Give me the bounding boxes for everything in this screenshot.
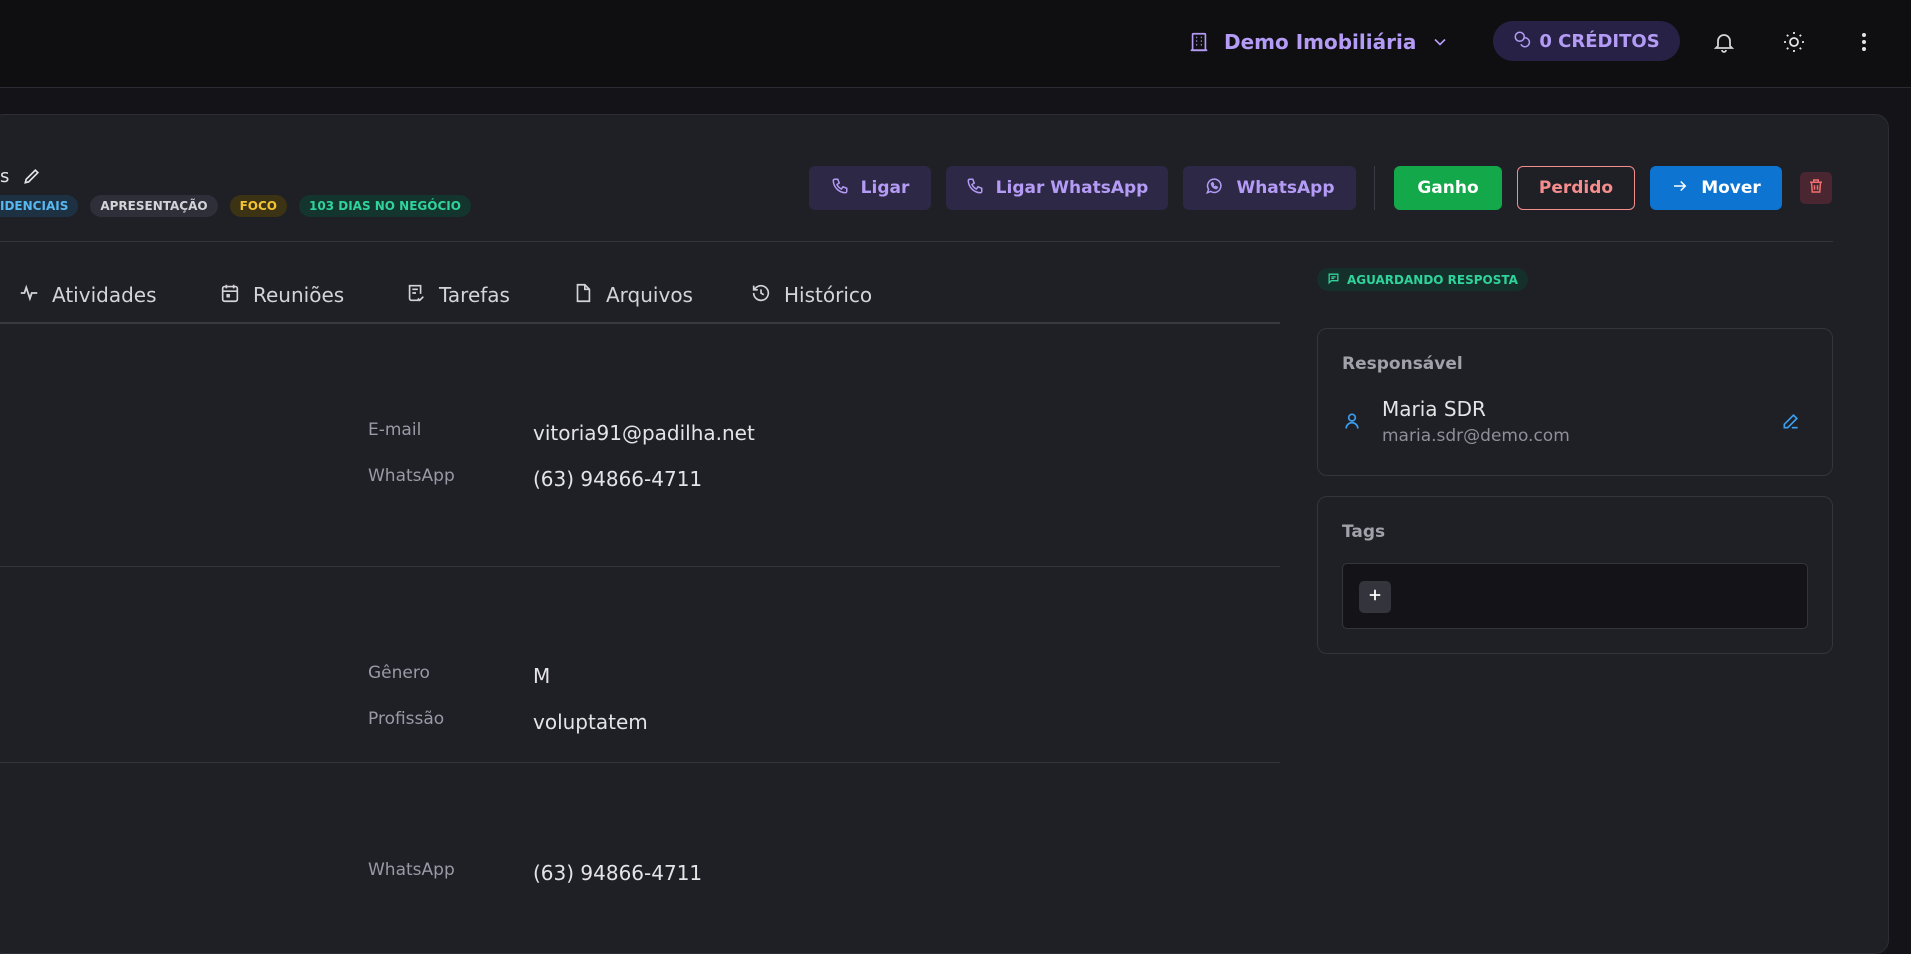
- arrow-right-icon: [1671, 177, 1689, 200]
- sun-icon[interactable]: [1780, 28, 1808, 56]
- badge-stage: APRESENTAÇÃO: [90, 195, 218, 217]
- status-text: AGUARDANDO RESPOSTA: [1347, 272, 1518, 287]
- whatsapp-icon: [1204, 176, 1224, 201]
- more-vertical-icon[interactable]: [1850, 28, 1878, 56]
- company-whatsapp-label: WhatsApp: [368, 860, 455, 880]
- plus-icon: [1366, 586, 1384, 608]
- owner-name: Maria SDR: [1382, 397, 1486, 421]
- deal-badges: IDENCIAIS APRESENTAÇÃO FOCO 103 DIAS NO …: [0, 195, 471, 217]
- call-whatsapp-button[interactable]: Ligar WhatsApp: [946, 166, 1168, 210]
- tags-input[interactable]: [1342, 563, 1808, 629]
- whatsapp-button[interactable]: WhatsApp: [1183, 166, 1356, 210]
- badge-category: IDENCIAIS: [0, 195, 79, 217]
- section-divider: [0, 762, 1280, 763]
- edit-icon[interactable]: [1781, 411, 1801, 435]
- owner-title: Responsável: [1342, 354, 1463, 374]
- history-icon: [750, 282, 772, 309]
- phone-icon: [831, 177, 849, 200]
- status-badge: AGUARDANDO RESPOSTA: [1317, 268, 1528, 291]
- file-icon: [572, 282, 594, 309]
- email-value: vitoria91@padilha.net: [533, 421, 755, 445]
- move-button[interactable]: Mover: [1650, 166, 1782, 210]
- phone-icon: [966, 177, 984, 200]
- move-label: Mover: [1701, 178, 1761, 198]
- header-divider: [0, 241, 1833, 242]
- tab-label: Arquivos: [606, 283, 693, 307]
- tab-activities[interactable]: Atividades: [18, 280, 157, 310]
- credits-label: 0 CRÉDITOS: [1539, 30, 1660, 52]
- lost-label: Perdido: [1538, 178, 1614, 198]
- actions-divider: [1374, 166, 1375, 210]
- owner-panel: Responsável Maria SDR maria.sdr@demo.com: [1317, 328, 1833, 476]
- profession-value: voluptatem: [533, 710, 648, 734]
- won-label: Ganho: [1417, 178, 1479, 198]
- profession-label: Profissão: [368, 709, 445, 729]
- top-bar: Demo Imobiliária 0 CRÉDITOS: [0, 0, 1911, 88]
- deal-title: s: [0, 166, 10, 187]
- coins-icon: [1513, 30, 1531, 53]
- tags-panel: Tags: [1317, 496, 1833, 654]
- tab-label: Histórico: [784, 283, 873, 307]
- tab-tasks[interactable]: Tarefas: [405, 280, 510, 310]
- trash-icon: [1807, 177, 1825, 200]
- tab-meetings[interactable]: Reuniões: [219, 280, 344, 310]
- gender-label: Gênero: [368, 663, 430, 683]
- gender-value: M: [533, 664, 551, 688]
- tabs-divider: [0, 322, 1280, 324]
- tab-history[interactable]: Histórico: [750, 280, 872, 310]
- call-button[interactable]: Ligar: [809, 166, 931, 210]
- tab-files[interactable]: Arquivos: [572, 280, 693, 310]
- badge-focus: FOCO: [229, 195, 287, 217]
- calendar-icon: [219, 282, 241, 309]
- message-icon: [1327, 272, 1340, 288]
- tab-label: Tarefas: [439, 283, 510, 307]
- whatsapp-value: (63) 94866-4711: [533, 467, 703, 491]
- org-switcher[interactable]: Demo Imobiliária: [1188, 26, 1450, 58]
- pencil-icon[interactable]: [22, 166, 42, 190]
- bell-icon[interactable]: [1710, 28, 1738, 56]
- badge-days: 103 DIAS NO NEGÓCIO: [299, 195, 471, 217]
- email-label: E-mail: [368, 420, 422, 440]
- chevron-down-icon: [1430, 32, 1450, 52]
- call-label: Ligar: [860, 178, 910, 198]
- tab-label: Atividades: [52, 283, 157, 307]
- owner-email: maria.sdr@demo.com: [1382, 426, 1570, 446]
- whatsapp-label: WhatsApp: [1236, 178, 1335, 198]
- activity-icon: [18, 282, 40, 309]
- tags-title: Tags: [1342, 522, 1386, 542]
- whatsapp-label: WhatsApp: [368, 466, 455, 486]
- lost-button[interactable]: Perdido: [1517, 166, 1635, 210]
- building-icon: [1188, 31, 1210, 53]
- delete-button[interactable]: [1800, 172, 1832, 204]
- section-divider: [0, 566, 1280, 567]
- company-whatsapp-value: (63) 94866-4711: [533, 861, 703, 885]
- credits-badge[interactable]: 0 CRÉDITOS: [1493, 21, 1680, 61]
- call-whatsapp-label: Ligar WhatsApp: [995, 178, 1149, 198]
- org-name: Demo Imobiliária: [1224, 30, 1417, 54]
- tab-label: Reuniões: [253, 283, 345, 307]
- user-icon: [1342, 411, 1362, 435]
- add-tag-button[interactable]: [1359, 581, 1391, 613]
- task-icon: [405, 282, 427, 309]
- won-button[interactable]: Ganho: [1394, 166, 1502, 210]
